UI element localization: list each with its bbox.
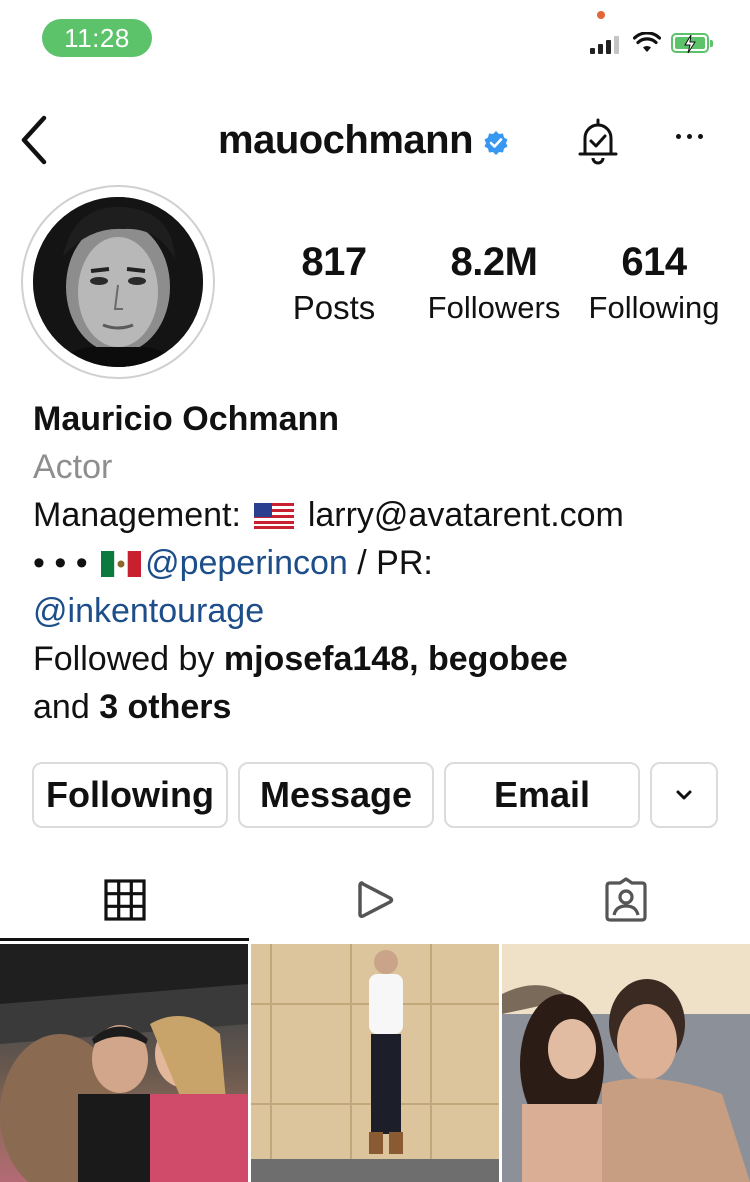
more-options-icon[interactable]: [676, 134, 703, 139]
posts-grid: [0, 944, 750, 1182]
profile-name: Mauricio Ochmann: [33, 400, 340, 438]
bio-mention-peperincon[interactable]: @peperincon: [145, 544, 348, 582]
bio-mention-inkentourage[interactable]: @inkentourage: [33, 592, 264, 630]
stat-followers-label: Followers: [427, 290, 561, 325]
username-title-group: mauochmann: [218, 118, 509, 163]
wifi-icon: [633, 32, 661, 52]
message-button[interactable]: Message: [238, 762, 434, 828]
grid-icon: [103, 879, 146, 921]
profile-bio: Mauricio Ochmann Actor Management: larry…: [33, 395, 733, 731]
post-thumbnail-1-art: [0, 944, 248, 1182]
post-thumbnail-2-art: [251, 944, 499, 1182]
bio-mentions-line: • • • @peperincon / PR:: [33, 539, 733, 587]
us-flag-icon: [254, 503, 295, 529]
status-time: 11:28: [42, 19, 152, 57]
avatar-portrait: [33, 197, 203, 367]
profile-header: mauochmann: [0, 100, 750, 180]
camera-indicator-dot: [597, 11, 605, 19]
post-thumbnail-3-art: [502, 944, 750, 1182]
bio-dots: • • •: [33, 544, 88, 582]
profile-action-buttons: Following Message Email: [32, 762, 718, 830]
play-icon: [357, 881, 393, 918]
bio-pr-text: / PR:: [347, 544, 433, 582]
followed-by-prefix: Followed by: [33, 640, 224, 678]
post-thumbnail-1[interactable]: [0, 944, 248, 1182]
active-tab-indicator: [0, 938, 249, 941]
followed-by-line[interactable]: Followed by mjosefa148, begobee: [33, 635, 733, 683]
tab-tagged[interactable]: [502, 860, 750, 940]
followed-by-others: 3 others: [99, 688, 232, 726]
post-thumbnail-2[interactable]: [251, 944, 499, 1182]
status-bar: 11:28: [0, 0, 750, 80]
stat-followers[interactable]: 8.2M Followers: [418, 238, 570, 330]
bio-management-label: Management:: [33, 496, 241, 534]
post-thumbnail-3[interactable]: [502, 944, 750, 1182]
stat-following[interactable]: 614 Following: [580, 238, 728, 330]
stat-followers-count: 8.2M: [450, 240, 538, 284]
battery-icon: [671, 33, 713, 54]
bio-email-link[interactable]: larry@avatarent.com: [308, 496, 624, 534]
notification-bell-icon[interactable]: [576, 116, 620, 166]
bio-management-line: Management: larry@avatarent.com: [33, 491, 733, 539]
back-arrow-icon[interactable]: [16, 114, 52, 166]
stat-posts[interactable]: 817 Posts: [272, 238, 396, 330]
chevron-down-icon: [676, 790, 692, 800]
avatar[interactable]: [33, 197, 203, 367]
profile-avatar-ring: [21, 185, 215, 379]
suggested-accounts-dropdown-button[interactable]: [650, 762, 718, 828]
username-title: mauochmann: [218, 118, 474, 162]
profile-content-tabs: [0, 860, 750, 944]
tab-posts-grid[interactable]: [0, 860, 249, 940]
following-button[interactable]: Following: [32, 762, 228, 828]
stat-posts-label: Posts: [292, 289, 376, 326]
tab-reels[interactable]: [251, 860, 500, 940]
stat-following-label: Following: [588, 290, 720, 325]
tagged-person-icon: [605, 877, 647, 922]
followed-by-and: and: [33, 688, 100, 726]
followed-by-users: mjosefa148, begobee: [223, 640, 568, 678]
stat-following-count: 614: [621, 240, 687, 284]
cellular-signal-icon: [590, 34, 619, 54]
bio-mention-line-2: @inkentourage: [33, 587, 733, 635]
mexico-flag-icon: [101, 551, 142, 577]
profile-category: Actor: [33, 448, 113, 486]
followed-by-others-line[interactable]: and 3 others: [33, 683, 733, 731]
email-button[interactable]: Email: [444, 762, 640, 828]
stat-posts-count: 817: [301, 240, 367, 284]
verified-badge-icon: [484, 130, 508, 155]
